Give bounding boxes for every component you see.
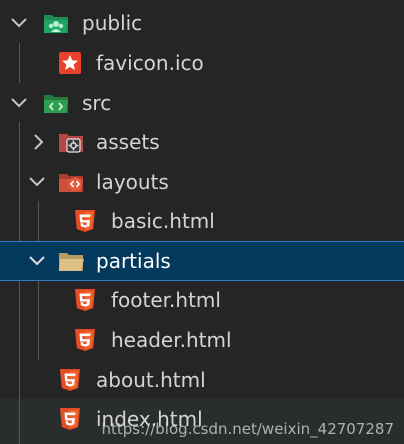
tree-item-label: src (82, 91, 112, 115)
favicon-star-icon (59, 52, 81, 74)
chevron-down-icon[interactable] (27, 251, 47, 271)
tree-item-layouts-folder[interactable]: layouts (0, 162, 404, 202)
chevron-down-icon[interactable] (27, 172, 47, 192)
chevron-down-icon[interactable] (9, 13, 29, 33)
tree-item-label: public (82, 11, 143, 35)
indent-guide (38, 280, 39, 320)
indent-guide (38, 320, 39, 360)
html5-icon (60, 369, 80, 391)
tree-item-favicon-file[interactable]: favicon.ico (0, 43, 404, 83)
folder-src-open-icon (44, 95, 68, 113)
tree-item-label: favicon.ico (96, 51, 204, 75)
tree-item-public-folder[interactable]: public (0, 3, 404, 43)
indent-guide (19, 280, 20, 320)
tree-item-src-folder[interactable]: src (0, 83, 404, 123)
tree-item-footer-html-file[interactable]: footer.html (0, 280, 404, 320)
folder-assets-icon (59, 134, 83, 153)
chevron-down-icon[interactable] (9, 93, 29, 113)
indent-guide (19, 122, 20, 162)
indent-guide (19, 201, 20, 241)
tree-item-partials-folder[interactable]: partials (0, 241, 404, 281)
indent-guide (19, 43, 20, 83)
tree-item-basic-html-file[interactable]: basic.html (0, 201, 404, 241)
folder-public-open-icon (44, 15, 68, 33)
indent-guide (19, 320, 20, 360)
watermark-text: https://blog.csdn.net/weixin_42707287 (101, 420, 394, 438)
indent-guide (38, 201, 39, 241)
tree-item-label: partials (96, 249, 171, 273)
html5-icon (75, 289, 95, 311)
indent-guide (19, 162, 20, 202)
html5-icon (60, 408, 80, 430)
indent-guide (19, 360, 20, 400)
tree-item-about-html-file[interactable]: about.html (0, 360, 404, 400)
tree-item-label: layouts (96, 170, 169, 194)
tree-item-label: basic.html (111, 209, 215, 233)
indent-guide (19, 399, 20, 444)
tree-item-label: footer.html (111, 288, 221, 312)
tree-item-label: assets (96, 130, 160, 154)
html5-icon (75, 329, 95, 351)
html5-icon (75, 210, 95, 232)
tree-item-label: header.html (111, 328, 232, 352)
chevron-right-icon[interactable] (29, 132, 49, 152)
tree-item-label: about.html (96, 368, 206, 392)
folder-layout-open-icon (59, 174, 83, 192)
folder-open-icon (59, 253, 84, 271)
tree-item-assets-folder[interactable]: assets (0, 122, 404, 162)
file-explorer-tree: public favicon.ico src assets layouts ba… (0, 0, 404, 444)
tree-item-header-html-file[interactable]: header.html (0, 320, 404, 360)
